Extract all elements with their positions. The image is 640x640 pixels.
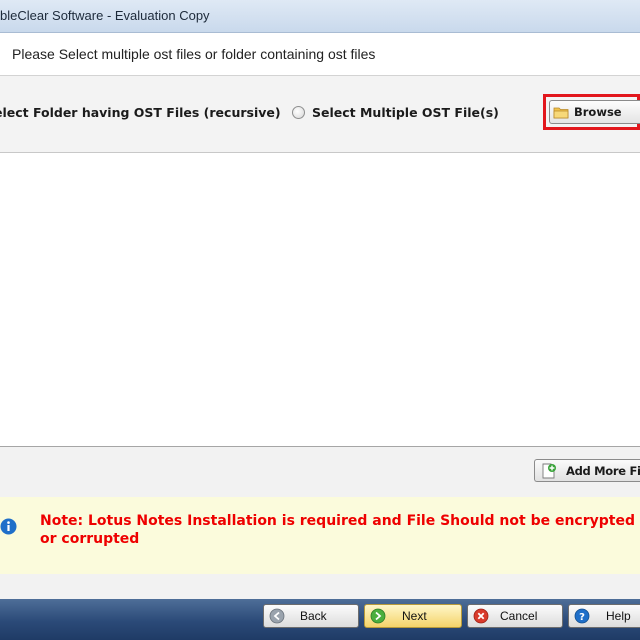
- cancel-button[interactable]: Cancel: [467, 604, 563, 628]
- svg-text:?: ?: [579, 612, 585, 623]
- window-title: bleClear Software - Evaluation Copy: [0, 8, 210, 23]
- info-icon: [0, 518, 17, 535]
- multiple-files-radio[interactable]: [292, 106, 305, 119]
- back-button-label: Back: [300, 609, 327, 623]
- add-more-files-button[interactable]: Add More Files: [534, 459, 640, 482]
- multiple-files-option-label[interactable]: Select Multiple OST File(s): [312, 105, 499, 120]
- help-button-label: Help: [606, 609, 631, 623]
- instruction-text: Please Select multiple ost files or fold…: [12, 46, 376, 62]
- add-more-files-label: Add More Files: [566, 464, 640, 478]
- browse-button[interactable]: Browse: [549, 100, 640, 124]
- cancel-button-label: Cancel: [500, 609, 538, 623]
- browse-button-label: Browse: [574, 105, 622, 119]
- cancel-icon: [473, 608, 489, 624]
- spacer-panel: [0, 574, 640, 599]
- back-button[interactable]: Back: [263, 604, 359, 628]
- help-button[interactable]: ? Help: [568, 604, 640, 628]
- next-arrow-icon: [370, 608, 386, 624]
- folder-option-label[interactable]: elect Folder having OST Files (recursive…: [0, 105, 281, 120]
- back-arrow-icon: [269, 608, 285, 624]
- next-button[interactable]: Next: [364, 604, 462, 628]
- next-button-label: Next: [402, 609, 427, 623]
- note-text: Note: Lotus Notes Installation is requir…: [40, 513, 635, 547]
- file-list-area[interactable]: [0, 153, 640, 446]
- title-bar: bleClear Software - Evaluation Copy: [0, 0, 640, 33]
- folder-icon: [553, 107, 569, 119]
- help-icon: ?: [574, 608, 590, 624]
- add-file-icon: [542, 463, 556, 479]
